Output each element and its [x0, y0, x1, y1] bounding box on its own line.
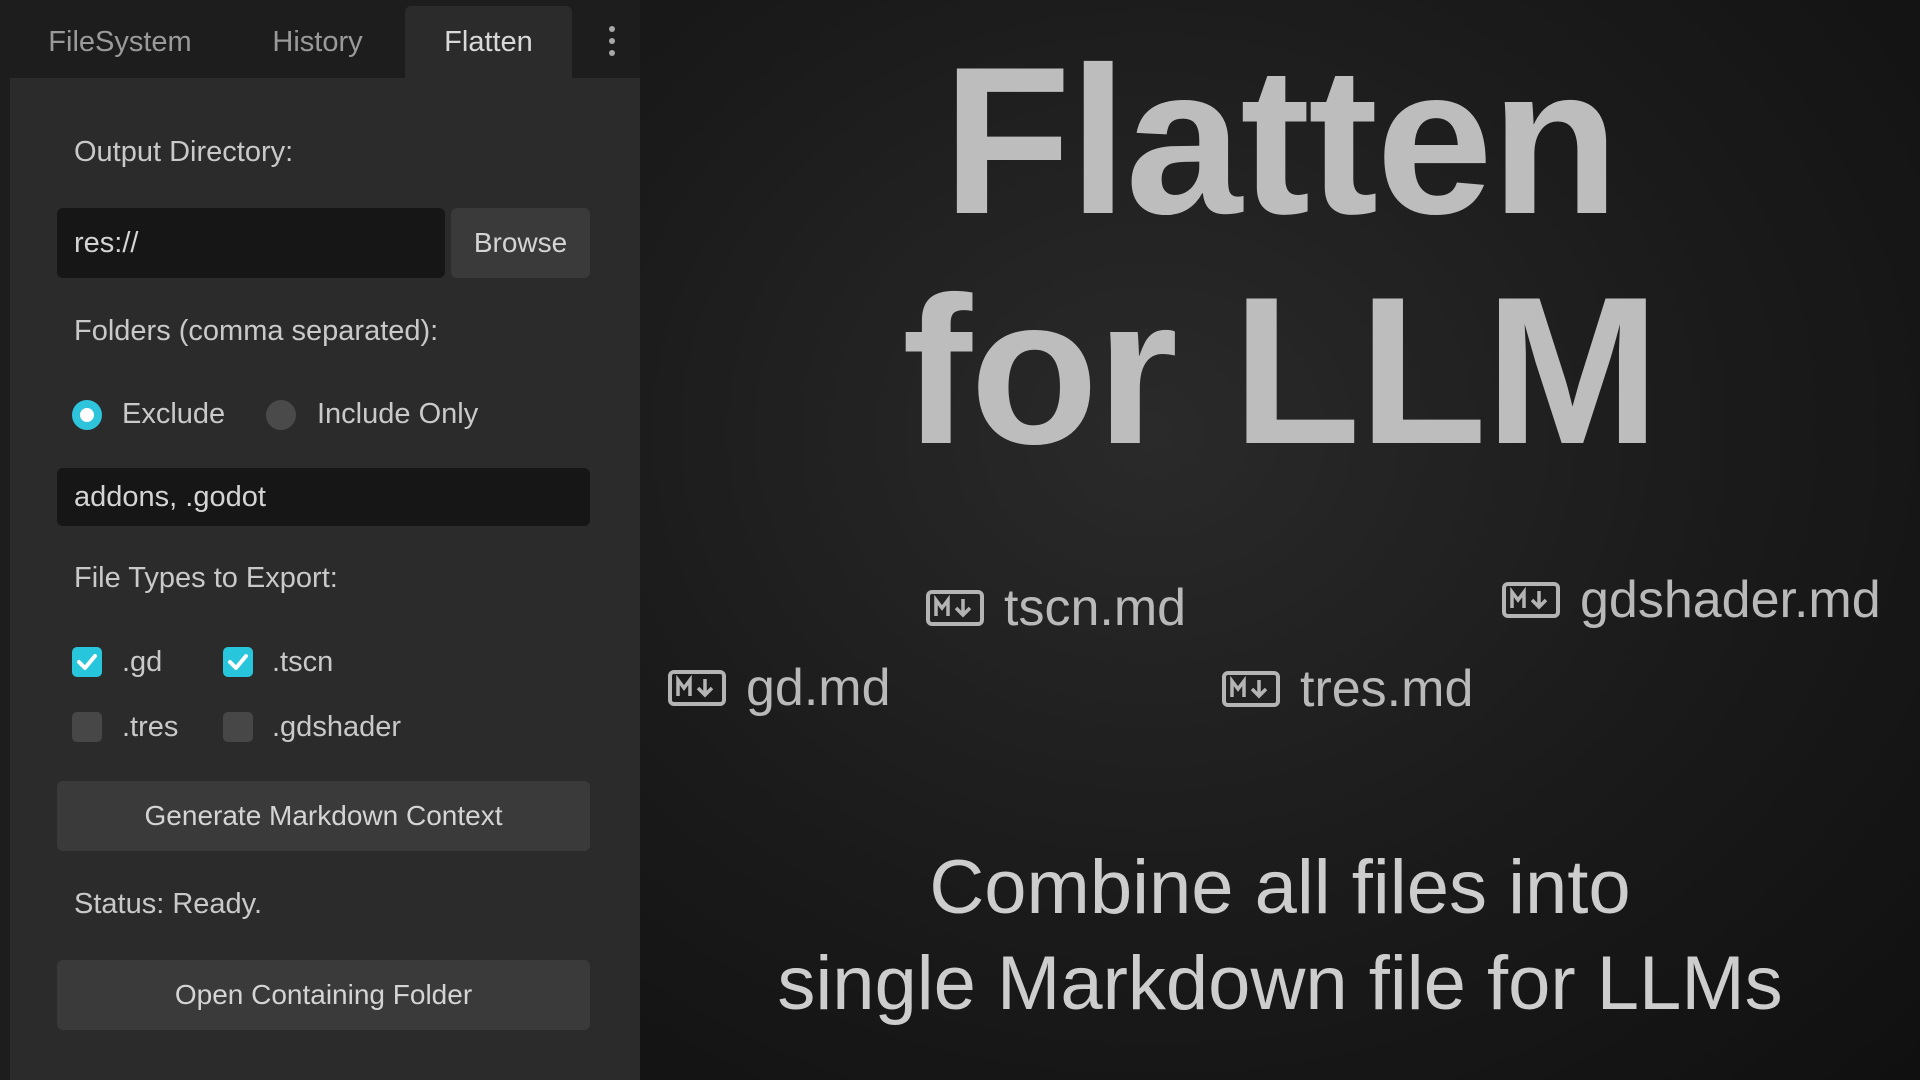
hero-title-line1: Flatten	[942, 23, 1619, 258]
file-chip-gd: gd.md	[668, 658, 891, 718]
output-directory-label: Output Directory:	[74, 136, 294, 168]
folders-label: Folders (comma separated):	[74, 315, 439, 347]
gdshader-checkbox-label[interactable]: .gdshader	[272, 711, 401, 744]
include-only-radio[interactable]	[266, 400, 296, 430]
tab-filesystem[interactable]: FileSystem	[20, 6, 220, 78]
file-name: tres.md	[1300, 660, 1474, 718]
include-only-radio-label[interactable]: Include Only	[317, 398, 478, 431]
generate-markdown-button[interactable]: Generate Markdown Context	[57, 781, 590, 851]
hero-subtitle-line1: Combine all files into	[929, 845, 1631, 930]
flatten-dock: FileSystem History Flatten Output Direct…	[0, 0, 640, 1080]
status-text: Status: Ready.	[74, 888, 263, 920]
hero-subtitle-line2: single Markdown file for LLMs	[777, 941, 1783, 1026]
checkmark-icon	[77, 654, 97, 670]
gd-checkbox-label[interactable]: .gd	[122, 646, 162, 679]
flatten-panel: Output Directory: res:// Browse Folders …	[10, 78, 640, 1080]
markdown-icon	[926, 590, 984, 627]
browse-button[interactable]: Browse	[451, 208, 590, 278]
exclude-radio[interactable]	[72, 400, 102, 430]
tscn-checkbox-label[interactable]: .tscn	[272, 646, 333, 679]
tres-checkbox-label[interactable]: .tres	[122, 711, 178, 744]
hero-title-line2: for LLM	[902, 253, 1660, 488]
file-name: gdshader.md	[1580, 571, 1881, 629]
file-name: tscn.md	[1004, 579, 1187, 637]
tscn-checkbox[interactable]	[223, 647, 253, 677]
output-directory-input[interactable]: res://	[57, 208, 445, 278]
dock-tab-bar: FileSystem History Flatten	[0, 0, 640, 78]
gd-checkbox[interactable]	[72, 647, 102, 677]
markdown-icon	[1222, 671, 1280, 708]
open-containing-folder-button[interactable]: Open Containing Folder	[57, 960, 590, 1030]
exclude-radio-label[interactable]: Exclude	[122, 398, 225, 431]
hero-banner: Flatten for LLM tscn.md gdshader.md gd.m…	[640, 0, 1920, 1080]
folders-input[interactable]: addons, .godot	[57, 468, 590, 526]
tres-checkbox[interactable]	[72, 712, 102, 742]
file-types-label: File Types to Export:	[74, 562, 338, 594]
markdown-icon	[1502, 582, 1560, 619]
file-name: gd.md	[746, 659, 891, 717]
file-chip-gdshader: gdshader.md	[1502, 570, 1881, 630]
gdshader-checkbox[interactable]	[223, 712, 253, 742]
file-chip-tres: tres.md	[1222, 659, 1473, 719]
file-chip-tscn: tscn.md	[926, 578, 1186, 638]
tab-flatten[interactable]: Flatten	[405, 6, 572, 78]
checkmark-icon	[228, 654, 248, 670]
tab-history[interactable]: History	[240, 6, 395, 78]
vertical-ellipsis-icon[interactable]	[600, 22, 624, 62]
markdown-icon	[668, 670, 726, 707]
